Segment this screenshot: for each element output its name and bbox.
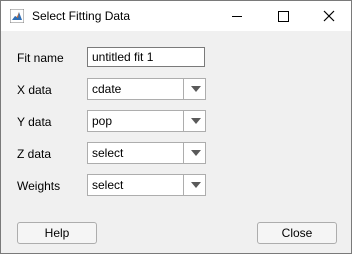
dropdown-divider — [183, 79, 184, 99]
close-x-icon — [323, 10, 335, 22]
minimize-button[interactable] — [214, 1, 260, 31]
chevron-down-icon — [191, 86, 201, 92]
dropdown-divider — [183, 175, 184, 195]
maximize-button[interactable] — [260, 1, 306, 31]
z-data-dropdown[interactable]: select — [87, 142, 206, 164]
z-data-label: Z data — [17, 147, 52, 161]
fit-name-input[interactable]: untitled fit 1 — [87, 47, 205, 67]
window-title: Select Fitting Data — [32, 9, 131, 23]
dropdown-divider — [183, 111, 184, 131]
chevron-down-icon — [191, 118, 201, 124]
close-button[interactable]: Close — [257, 222, 337, 244]
weights-dropdown[interactable]: select — [87, 174, 206, 196]
chevron-down-icon — [191, 150, 201, 156]
x-data-label: X data — [17, 83, 52, 97]
minimize-icon — [232, 15, 242, 17]
weights-value: select — [92, 178, 124, 192]
z-data-value: select — [92, 146, 124, 160]
y-data-dropdown[interactable]: pop — [87, 110, 206, 132]
fit-name-label: Fit name — [17, 51, 64, 65]
x-data-dropdown[interactable]: cdate — [87, 78, 206, 100]
select-fitting-data-dialog: Select Fitting Data Fit name untitled fi… — [0, 0, 352, 254]
y-data-label: Y data — [17, 115, 52, 129]
chevron-down-icon — [191, 182, 201, 188]
weights-label: Weights — [17, 179, 61, 193]
dropdown-divider — [183, 143, 184, 163]
y-data-value: pop — [92, 114, 113, 128]
close-window-button[interactable] — [306, 1, 352, 31]
maximize-icon — [277, 10, 289, 22]
x-data-value: cdate — [92, 82, 122, 96]
title-bar: Select Fitting Data — [1, 1, 351, 31]
matlab-peaks-icon — [10, 9, 24, 23]
help-button[interactable]: Help — [17, 222, 97, 244]
